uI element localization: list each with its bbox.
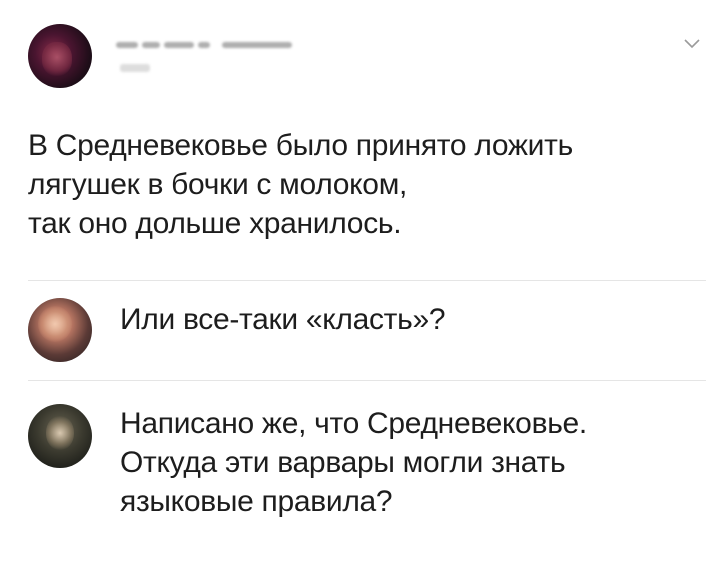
comment-text: Или все-таки «класть»? (120, 303, 446, 336)
divider (28, 280, 706, 281)
comment: Или все-таки «класть»? (28, 298, 718, 370)
divider (28, 380, 706, 381)
avatar[interactable] (28, 24, 92, 88)
avatar[interactable] (28, 298, 92, 362)
post-text: В Средневековье было принято ложить лягу… (28, 129, 573, 240)
author-name[interactable] (116, 38, 292, 52)
post-header (28, 24, 718, 94)
comment-text: Написано же, что Средневековье. Откуда э… (120, 407, 587, 518)
post-timestamp (120, 64, 150, 72)
comment: Написано же, что Средневековье. Откуда э… (28, 404, 718, 534)
avatar[interactable] (28, 404, 92, 468)
chevron-down-icon[interactable] (682, 34, 702, 54)
